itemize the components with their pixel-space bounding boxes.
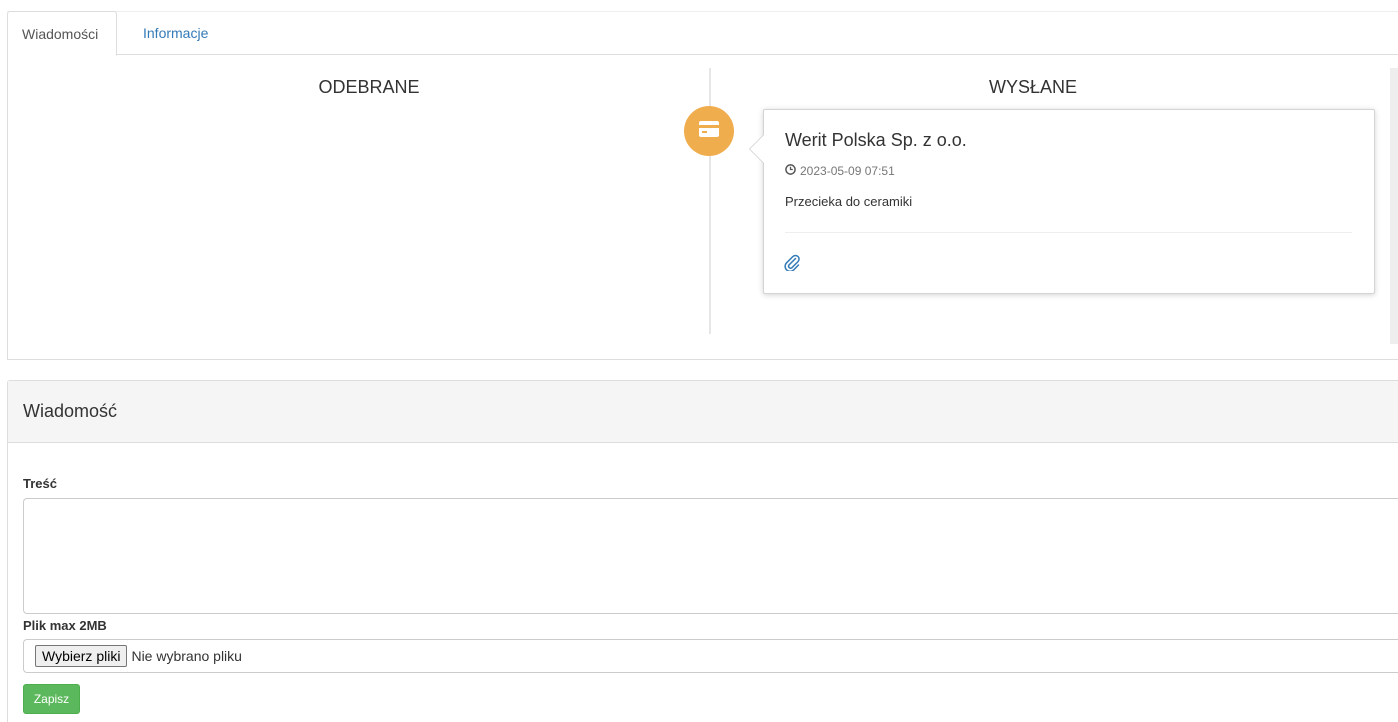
paperclip-icon[interactable]: [783, 253, 801, 276]
timeline-scrollbar[interactable]: [1390, 68, 1398, 344]
content-label: Treść: [23, 476, 57, 491]
card-divider: [785, 232, 1352, 233]
tab-bar: Wiadomości Informacje: [7, 11, 1398, 56]
file-status: Nie wybrano pliku: [131, 648, 242, 664]
clock-icon: [785, 164, 796, 178]
credit-card-icon: [699, 120, 719, 142]
sent-heading: WYSŁANE: [988, 77, 1078, 97]
form-heading: Wiadomość: [8, 381, 1398, 443]
message-body: Przecieka do ceramiki: [785, 194, 913, 209]
message-card: Werit Polska Sp. z o.o. 2023-05-09 07:51…: [749, 109, 1375, 294]
file-input[interactable]: Wybierz pliki Nie wybrano pliku: [23, 639, 1398, 673]
message-sender: Werit Polska Sp. z o.o.: [785, 130, 967, 150]
tab-wiadomosci[interactable]: Wiadomości: [7, 11, 117, 56]
save-button[interactable]: Zapisz: [23, 684, 80, 714]
file-label: Plik max 2MB: [23, 618, 107, 633]
tab-informacje[interactable]: Informacje: [129, 11, 222, 55]
received-heading: ODEBRANE: [318, 77, 420, 97]
timestamp-text: 2023-05-09 07:51: [800, 164, 895, 178]
choose-files-button[interactable]: Wybierz pliki: [35, 645, 128, 667]
content-textarea[interactable]: [23, 498, 1398, 614]
timeline-badge: [684, 106, 734, 156]
message-timestamp: 2023-05-09 07:51: [785, 164, 895, 178]
